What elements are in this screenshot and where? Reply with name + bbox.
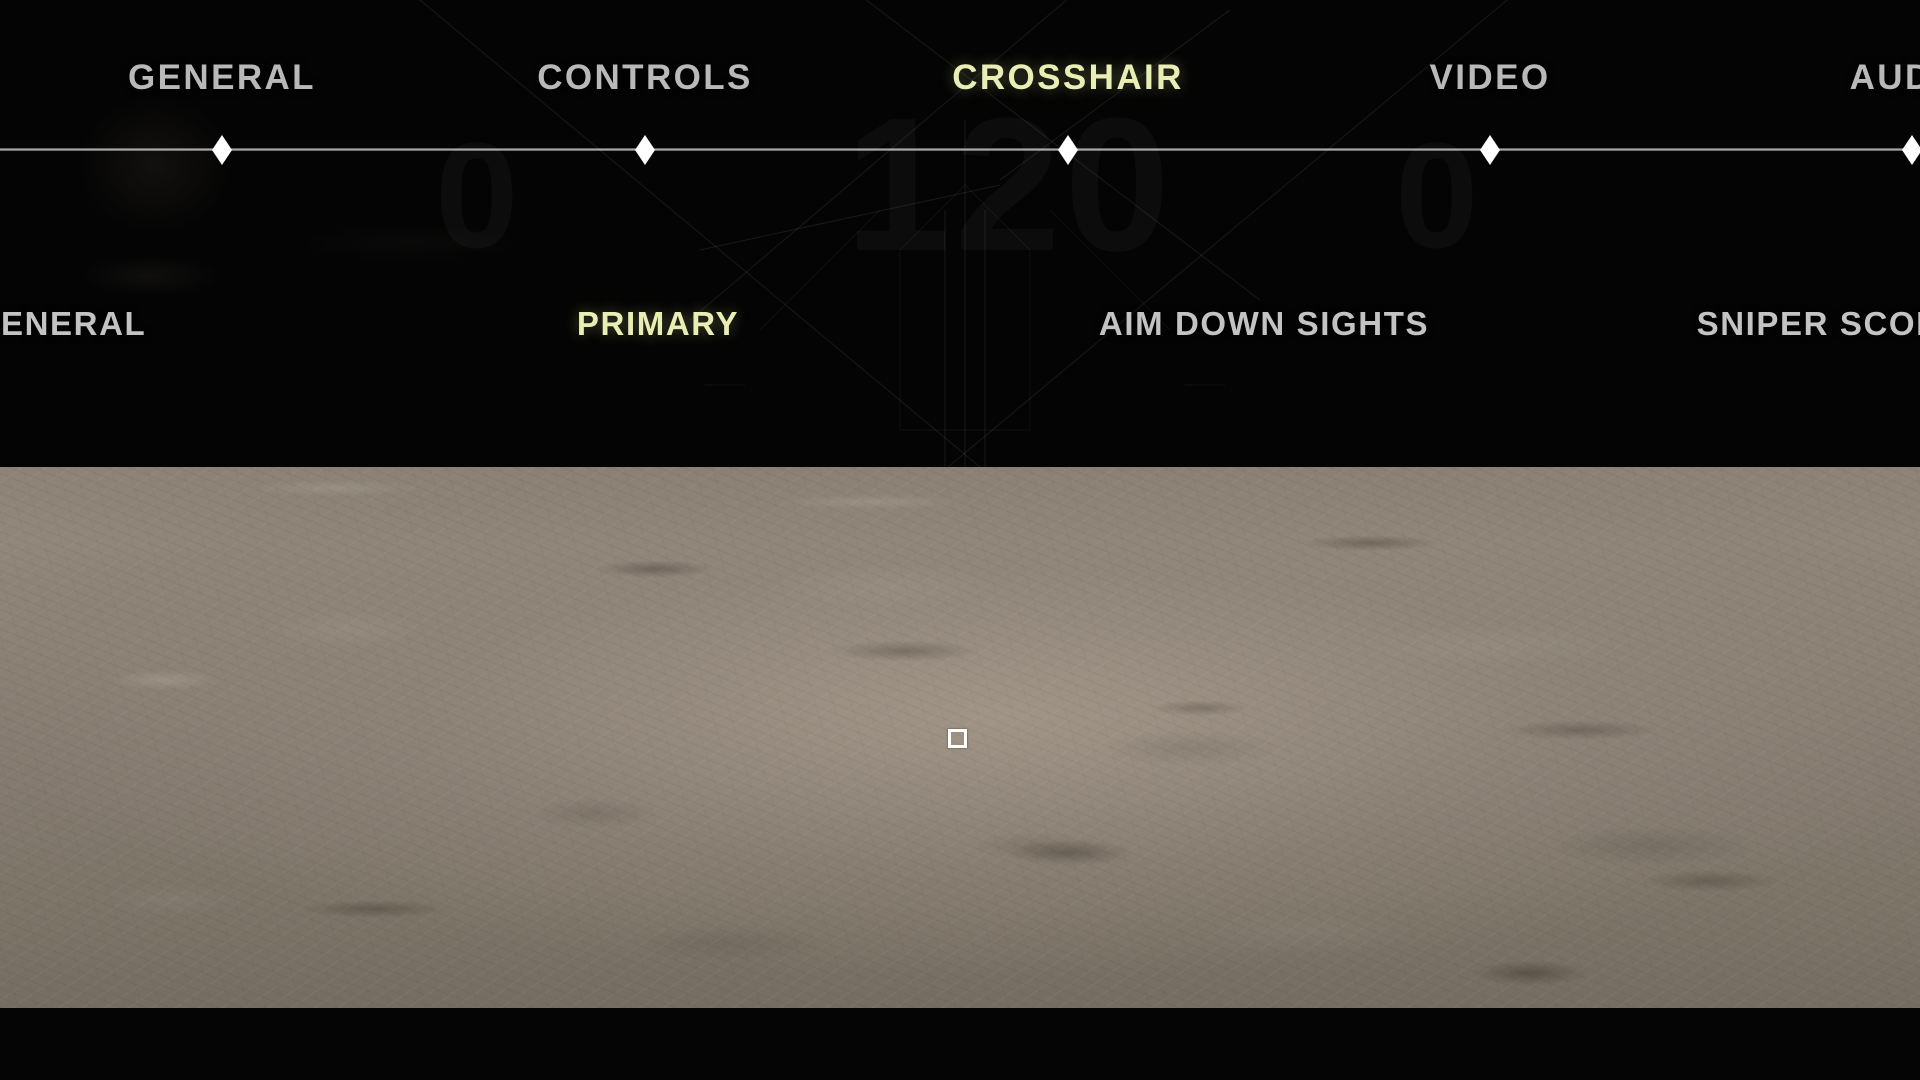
tab-video[interactable]: VIDEO: [1430, 58, 1551, 98]
tab-rail-line: [0, 148, 1920, 151]
secondary-tab-strip: GENERAL PRIMARY AIM DOWN SIGHTS SNIPER S…: [0, 190, 1920, 467]
tab-marker-video[interactable]: [1480, 135, 1500, 165]
bottom-letterbox-bar: [0, 1008, 1920, 1080]
crosshair-reticle: [948, 729, 967, 748]
tab-controls[interactable]: CONTROLS: [537, 58, 753, 98]
tab-marker-controls[interactable]: [635, 135, 655, 165]
tab-crosshair[interactable]: CROSSHAIR: [952, 58, 1184, 98]
game-settings-screen: 0 120 0: [0, 0, 1920, 1080]
tab-marker-crosshair[interactable]: [1058, 135, 1078, 165]
tab-marker-audio[interactable]: [1902, 135, 1920, 165]
tab-general[interactable]: GENERAL: [128, 58, 316, 98]
subtab-aim-down-sights[interactable]: AIM DOWN SIGHTS: [1099, 305, 1429, 343]
settings-overlay-panel: 0 120 0: [0, 0, 1920, 467]
subtab-primary[interactable]: PRIMARY: [577, 305, 739, 343]
subtab-general[interactable]: GENERAL: [0, 305, 146, 343]
primary-tab-strip: GENERAL CONTROLS CROSSHAIR VIDEO AUDIO: [0, 0, 1920, 190]
subtab-sniper-scope[interactable]: SNIPER SCOPE: [1697, 305, 1920, 343]
tab-audio[interactable]: AUDIO: [1850, 58, 1920, 98]
tab-marker-general[interactable]: [212, 135, 232, 165]
